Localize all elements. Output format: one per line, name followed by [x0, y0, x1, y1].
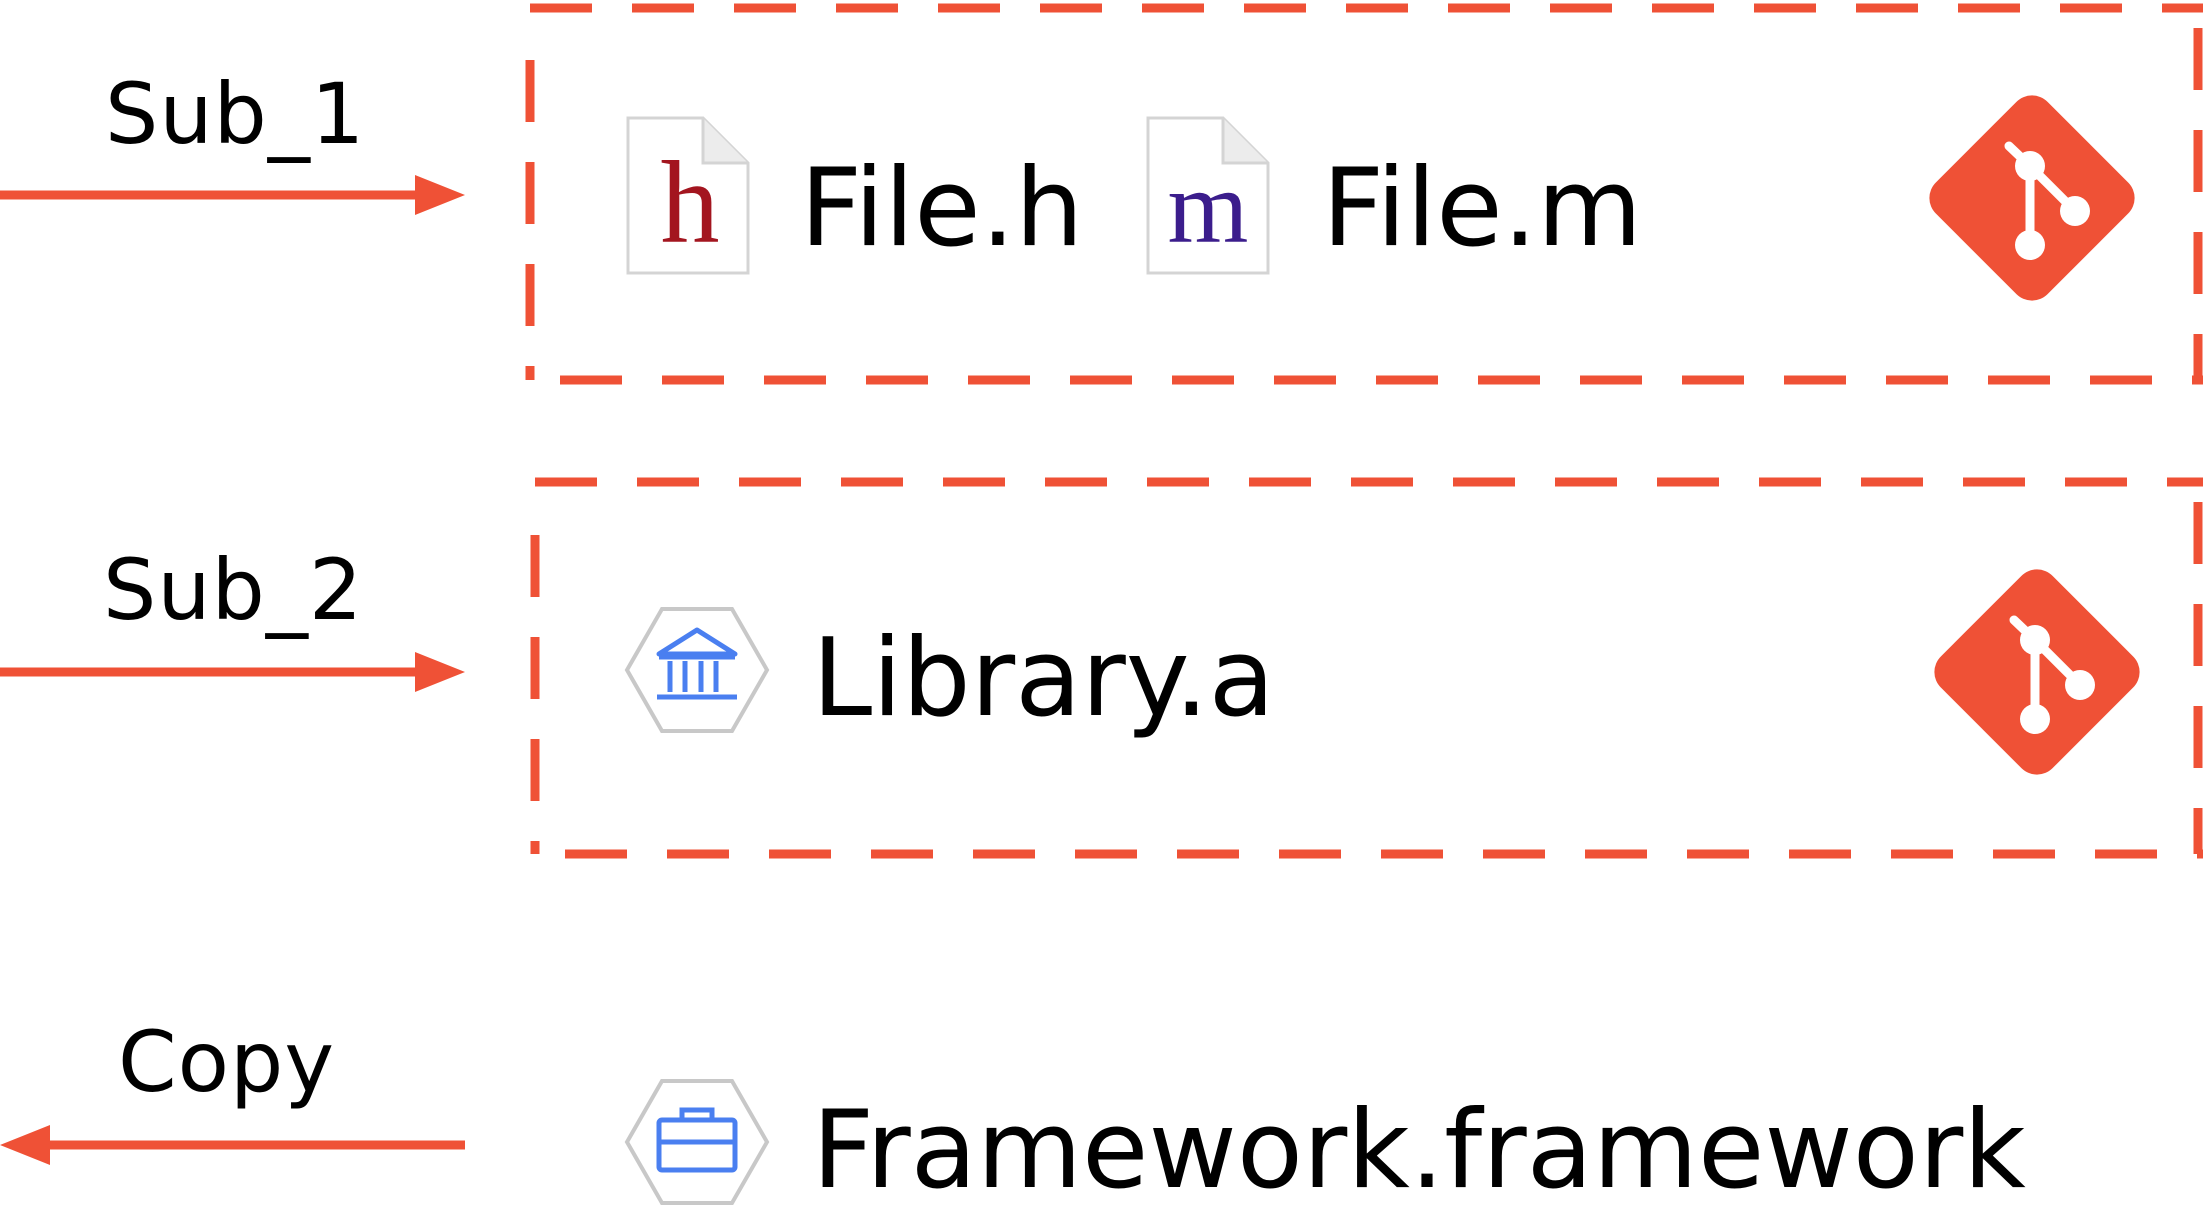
svg-text:h: h: [661, 137, 720, 268]
arrow-label-sub2: Sub_2: [103, 541, 364, 639]
git-icon: [1934, 569, 2140, 775]
file-label-framework: Framework.framework: [812, 1088, 2026, 1213]
objc-source-file-icon: m: [1146, 116, 1270, 275]
arrow-label-sub1: Sub_1: [105, 65, 366, 163]
file-label-source: File.m: [1322, 146, 1643, 271]
arrow-sub2: [0, 652, 465, 692]
arrow-label-copy: Copy: [118, 1013, 336, 1111]
arrow-sub1: [0, 175, 465, 215]
svg-text:m: m: [1168, 150, 1249, 265]
file-label-header: File.h: [800, 146, 1084, 271]
framework-toolbox-icon: [624, 1079, 770, 1205]
git-icon: [1929, 95, 2135, 301]
file-label-library: Library.a: [812, 616, 1275, 741]
submodule-diagram: h m Sub_1 Sub_2 Copy File.h File.m Libra…: [0, 0, 2203, 1225]
library-icon: [624, 607, 770, 733]
header-file-icon: h: [626, 116, 750, 275]
arrow-copy: [0, 1125, 465, 1165]
